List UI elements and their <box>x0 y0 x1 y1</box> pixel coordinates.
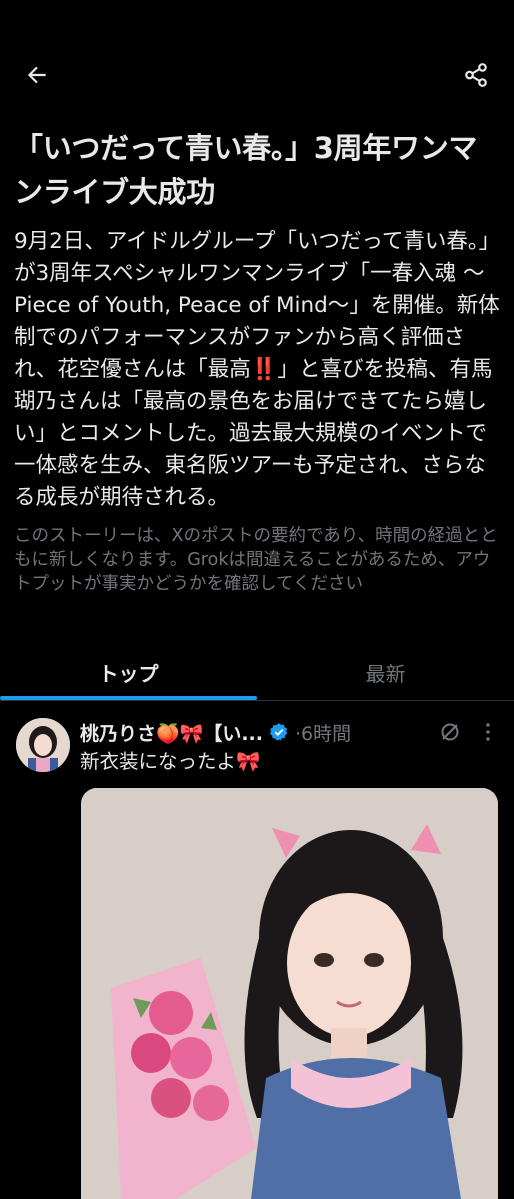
top-bar <box>0 48 514 104</box>
story-headline: 「いつだって青い春。」3周年ワンマンライブ大成功 <box>14 131 478 209</box>
post-item[interactable]: 桃乃りさ🍑🎀【い... ·6時間 新衣装になったよ🎀 <box>0 702 514 1199</box>
grok-icon[interactable] <box>438 720 462 744</box>
tab-bar: トップ 最新 <box>0 644 514 701</box>
post-time: ·6時間 <box>294 722 352 745</box>
share-icon <box>465 63 487 87</box>
verified-badge-icon <box>269 723 288 741</box>
grok-disclaimer: このストーリーは、Xのポストの要約であり、時間の経過とともに新しくなります。Gr… <box>14 526 498 594</box>
tab-latest[interactable]: 最新 <box>257 644 514 700</box>
arrow-left-icon <box>27 66 46 84</box>
story-summary: 9月2日、アイドルグループ「いつだって青い春。」が3周年スペシャルワンマンライブ… <box>14 229 501 510</box>
share-button[interactable] <box>454 53 498 97</box>
back-button[interactable] <box>15 53 59 97</box>
post-header: 桃乃りさ🍑🎀【い... ·6時間 <box>80 716 500 748</box>
more-vertical-icon[interactable] <box>476 720 500 744</box>
tab-top[interactable]: トップ <box>0 644 257 700</box>
post-media-photo[interactable] <box>81 788 498 1199</box>
post-author[interactable]: 桃乃りさ🍑🎀【い... <box>80 719 263 746</box>
post-text: 新衣装になったよ🎀 <box>80 750 261 773</box>
active-tab-indicator <box>0 696 257 700</box>
avatar[interactable] <box>16 718 70 772</box>
